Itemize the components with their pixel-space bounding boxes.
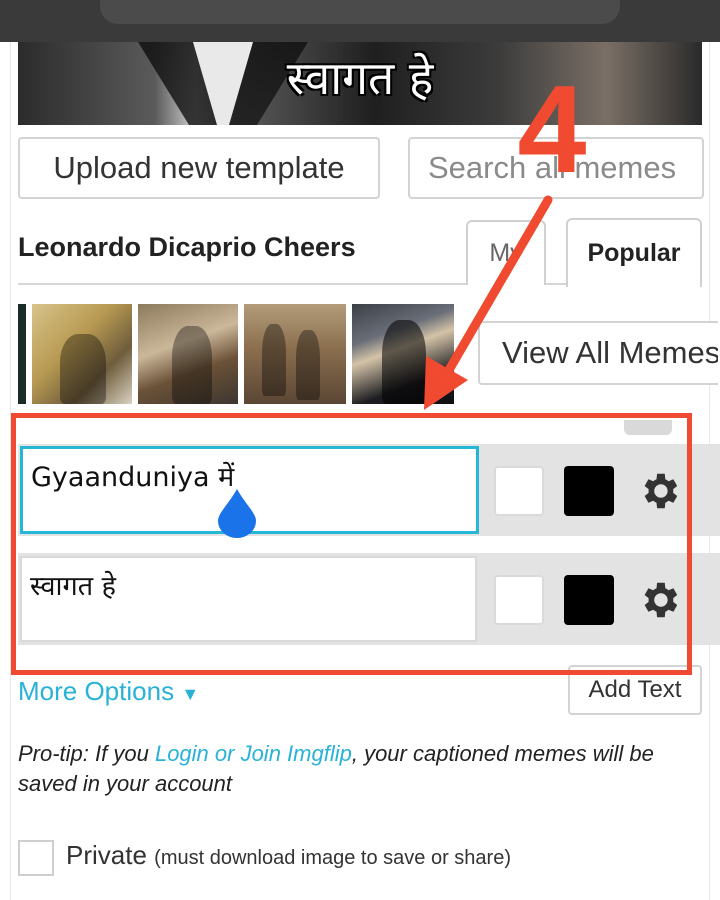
outline-color-swatch[interactable]: [494, 575, 544, 625]
text-box-2-input[interactable]: स्वागत हे: [20, 556, 477, 642]
preview-caption: स्वागत हे: [286, 51, 434, 105]
view-all-memes-button[interactable]: View All Memes: [478, 321, 718, 385]
pro-tip-prefix: Pro-tip: If you: [18, 741, 155, 766]
upload-template-button[interactable]: Upload new template: [18, 137, 380, 199]
pro-tip: Pro-tip: If you Login or Join Imgflip, y…: [18, 739, 708, 799]
text-color-swatch[interactable]: [564, 466, 614, 516]
thumbnail-figure: [296, 330, 320, 400]
template-title: Leonardo Dicaprio Cheers: [18, 232, 356, 262]
caret-down-icon: ▼: [181, 684, 200, 704]
private-note: (must download image to save or share): [154, 847, 511, 869]
outline-color-swatch[interactable]: [494, 466, 544, 516]
text-cursor-handle[interactable]: [216, 487, 258, 539]
more-options-label: More Options: [18, 676, 175, 706]
address-bar[interactable]: [100, 0, 620, 24]
thumbnail-figure: [172, 326, 212, 404]
search-memes-input[interactable]: Search all memes: [408, 137, 704, 199]
thumbnail-figure: [60, 334, 106, 404]
row-handle[interactable]: [624, 420, 672, 435]
meme-preview: स्वागत हे: [18, 42, 702, 125]
gear-icon[interactable]: [636, 468, 682, 514]
private-checkbox[interactable]: [18, 840, 54, 876]
login-join-link[interactable]: Login or Join Imgflip: [155, 741, 352, 766]
meme-thumbnail[interactable]: [18, 304, 26, 404]
meme-thumbnail[interactable]: [32, 304, 132, 404]
tab-popular[interactable]: Popular: [566, 218, 702, 287]
meme-thumbnail[interactable]: [244, 304, 346, 404]
meme-thumbnail[interactable]: [138, 304, 238, 404]
gear-icon[interactable]: [636, 577, 682, 623]
add-text-button[interactable]: Add Text: [568, 665, 702, 715]
private-option: Private (must download image to save or …: [66, 840, 511, 871]
browser-toolbar: [0, 0, 720, 42]
thumbnail-figure: [382, 320, 426, 404]
more-options-link[interactable]: More Options ▼: [18, 676, 199, 707]
private-label: Private: [66, 840, 147, 870]
meme-thumbnail[interactable]: [352, 304, 454, 404]
text-color-swatch[interactable]: [564, 575, 614, 625]
tab-my[interactable]: My: [466, 220, 546, 285]
thumbnail-figure: [262, 324, 286, 396]
